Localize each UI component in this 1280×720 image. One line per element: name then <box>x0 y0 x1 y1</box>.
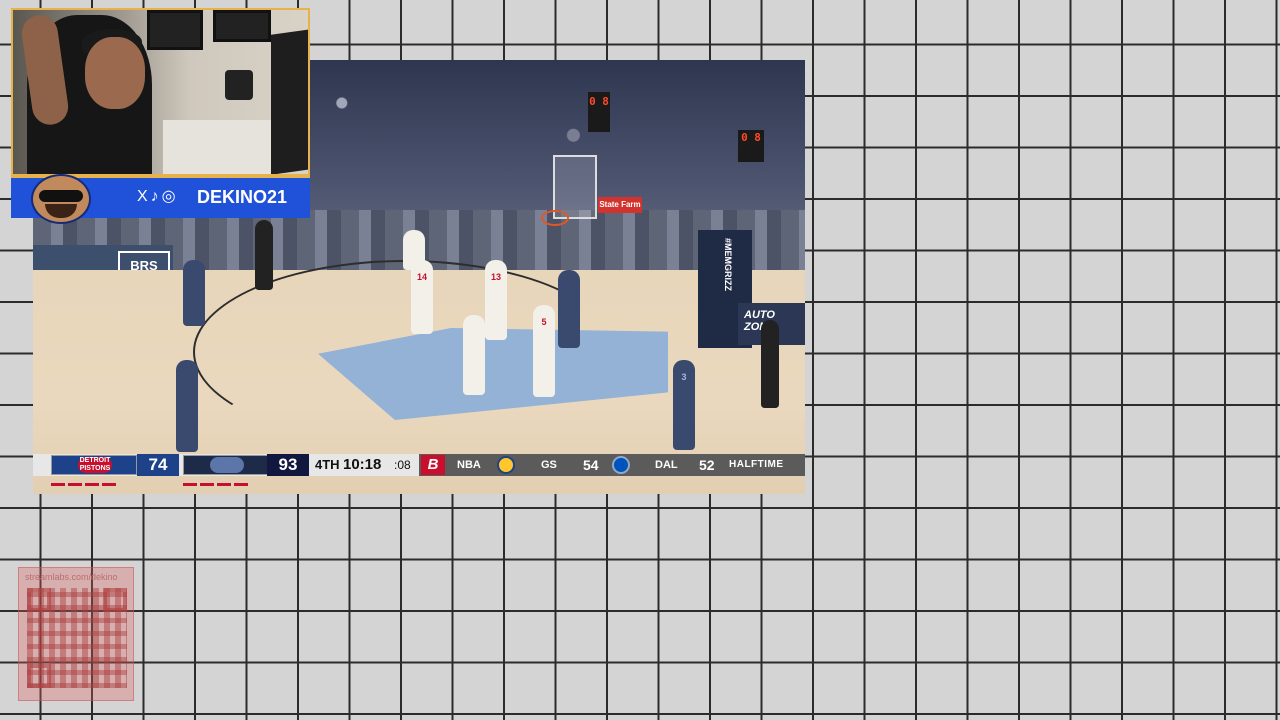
referee <box>761 320 779 408</box>
cartoon-avatar-icon <box>31 174 91 224</box>
pistons-logo-text: DETROIT PISTONS <box>78 457 112 473</box>
player-blue-2 <box>176 360 198 452</box>
ticker-team2: DAL <box>655 459 678 471</box>
ticker-team1: GS <box>541 459 557 471</box>
player-blue-3 <box>183 260 205 326</box>
social-banner: X♪◎ DEKINO21 <box>11 174 310 224</box>
shot-clock: :08 <box>394 458 411 472</box>
ticker-status: HALFTIME <box>729 459 784 470</box>
player-blue <box>558 270 580 348</box>
away-score: 93 <box>267 454 309 476</box>
league-label: NBA <box>457 459 481 471</box>
backboard <box>553 155 597 219</box>
streamer-webcam <box>11 8 310 176</box>
shot-clock-display-2: 0 8 <box>738 130 764 162</box>
ticker-team2-score: 52 <box>699 457 715 473</box>
mavericks-logo-icon <box>612 456 630 474</box>
streamer <box>19 13 152 174</box>
player-white <box>463 315 485 395</box>
shot-clock-display: 0 8 <box>588 92 610 132</box>
game-clock: 10:18 <box>343 456 382 473</box>
desk-lamp <box>225 70 253 100</box>
stanchion-text: #MEMGRIZZ <box>723 238 733 291</box>
warriors-logo-icon <box>497 456 515 474</box>
player-5: 5 <box>533 305 555 397</box>
home-timeouts <box>51 473 119 486</box>
wall-art-2 <box>213 10 271 42</box>
period: 4TH <box>315 457 340 472</box>
qr-corner <box>27 588 51 612</box>
home-score: 74 <box>137 454 179 476</box>
monitor <box>271 29 308 174</box>
ticker-team1-score: 54 <box>583 457 599 473</box>
referee-2 <box>255 220 273 290</box>
player-white-2 <box>403 230 425 270</box>
qr-url: streamlabs.com/dekino <box>25 572 118 582</box>
pistons-logo: DETROIT PISTONS <box>51 455 137 475</box>
streamer-handle: DEKINO21 <box>197 187 288 207</box>
grizzlies-logo-icon <box>183 455 269 475</box>
away-timeouts <box>183 473 251 486</box>
score-ticker: B NBA GS 54 DAL 52 HALFTIME <box>419 454 805 476</box>
state-farm-sign: State Farm <box>598 197 642 213</box>
player-14: 14 <box>411 260 433 334</box>
player-13: 13 <box>485 260 507 340</box>
streamer-face <box>85 37 145 109</box>
qr-code-overlay[interactable]: streamlabs.com/dekino <box>18 567 134 701</box>
qr-corner-3 <box>27 664 51 688</box>
streamer-arm <box>19 13 71 127</box>
scoreboard-bar: DETROIT PISTONS 74 93 4TH 10:18 :08 B NB… <box>33 454 805 486</box>
rim <box>541 210 569 226</box>
budweiser-logo-icon: B <box>421 455 445 475</box>
player-3: 3 <box>673 360 695 450</box>
desk <box>163 120 283 174</box>
grizzlies-logo-mark <box>210 457 244 473</box>
qr-code-icon <box>27 588 127 688</box>
wall-art <box>147 10 203 50</box>
qr-corner-2 <box>103 588 127 612</box>
social-icons: X♪◎ <box>137 188 179 205</box>
